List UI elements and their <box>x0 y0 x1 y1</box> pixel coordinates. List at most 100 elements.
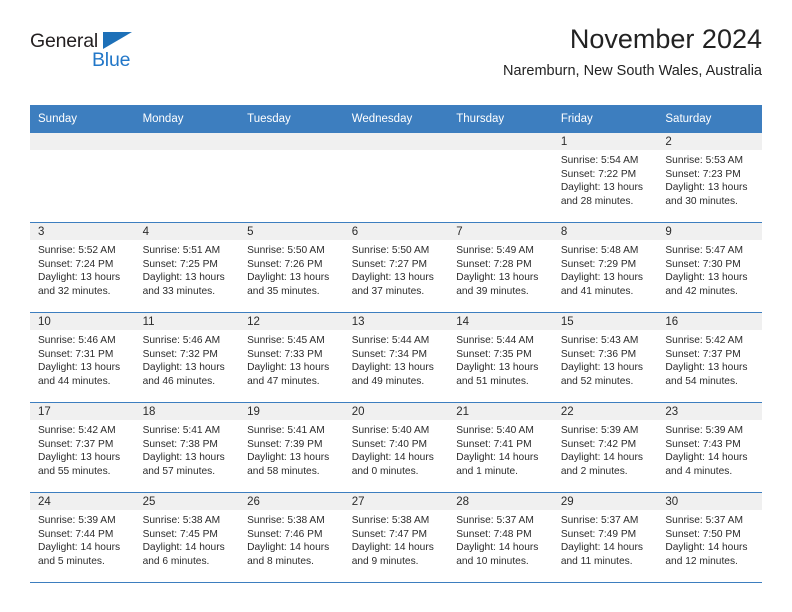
sunrise-text: Sunrise: 5:45 AM <box>247 335 325 346</box>
day-number: 22 <box>552 403 658 420</box>
day-cell-content <box>448 133 553 222</box>
calendar-day-cell[interactable]: 16 Sunrise: 5:42 AM Sunset: 7:37 PM Dayligh… <box>657 312 762 403</box>
calendar-day-cell[interactable]: 4 Sunrise: 5:51 AM Sunset: 7:25 PM Daylight… <box>134 222 240 313</box>
sunrise-text: Sunrise: 5:39 AM <box>38 515 116 526</box>
day-number: 20 <box>343 403 449 420</box>
daylight-text: Daylight: 14 hours and 8 minutes. <box>247 542 330 567</box>
calendar-day-cell[interactable]: 30 Sunrise: 5:37 AM Sunset: 7:50 PM Dayligh… <box>657 492 762 583</box>
calendar-day-cell[interactable]: 13 Sunrise: 5:44 AM Sunset: 7:34 PM Dayligh… <box>343 312 449 403</box>
calendar-day-cell[interactable]: 17 Sunrise: 5:42 AM Sunset: 7:37 PM Dayligh… <box>30 402 135 493</box>
daylight-text: Daylight: 13 hours and 44 minutes. <box>38 362 121 387</box>
day-number: 23 <box>657 403 762 420</box>
page-title: November 2024 <box>569 24 762 54</box>
calendar-day-cell[interactable]: 21 Sunrise: 5:40 AM Sunset: 7:41 PM Dayligh… <box>448 402 553 493</box>
day-cell-content: 15 Sunrise: 5:43 AM Sunset: 7:36 PM Dayligh… <box>552 313 658 402</box>
day-cell-content: 21 Sunrise: 5:40 AM Sunset: 7:41 PM Dayligh… <box>448 403 553 492</box>
calendar-day-cell[interactable]: 11 Sunrise: 5:46 AM Sunset: 7:32 PM Dayligh… <box>134 312 240 403</box>
calendar-day-cell-empty <box>30 133 135 223</box>
calendar-day-cell[interactable]: 9 Sunrise: 5:47 AM Sunset: 7:30 PM Daylight… <box>657 222 762 313</box>
calendar-day-cell[interactable]: 6 Sunrise: 5:50 AM Sunset: 7:27 PM Daylight… <box>343 222 449 313</box>
day-sun-info: Sunrise: 5:38 AM Sunset: 7:45 PM Daylight:… <box>135 510 240 568</box>
day-cell-content: 24 Sunrise: 5:39 AM Sunset: 7:44 PM Dayligh… <box>30 493 135 582</box>
daylight-text: Daylight: 13 hours and 51 minutes. <box>456 362 539 387</box>
sunrise-text: Sunrise: 5:39 AM <box>665 425 743 436</box>
daylight-text: Daylight: 13 hours and 30 minutes. <box>665 182 748 207</box>
day-cell-content: 11 Sunrise: 5:46 AM Sunset: 7:32 PM Dayligh… <box>134 313 240 402</box>
calendar-day-cell[interactable]: 28 Sunrise: 5:37 AM Sunset: 7:48 PM Dayligh… <box>448 492 553 583</box>
calendar-day-cell[interactable]: 26 Sunrise: 5:38 AM Sunset: 7:46 PM Dayligh… <box>239 492 344 583</box>
sunset-text: Sunset: 7:27 PM <box>351 258 428 270</box>
sunset-text: Sunset: 7:37 PM <box>38 438 114 450</box>
calendar-day-cell[interactable]: 18 Sunrise: 5:41 AM Sunset: 7:38 PM Dayligh… <box>134 402 240 493</box>
day-sun-info: Sunrise: 5:39 AM Sunset: 7:42 PM Daylight:… <box>553 420 658 478</box>
day-number: 4 <box>134 223 240 240</box>
day-number <box>448 133 553 150</box>
calendar-day-cell[interactable]: 10 Sunrise: 5:46 AM Sunset: 7:31 PM Dayligh… <box>30 312 135 403</box>
day-sun-info: Sunrise: 5:40 AM Sunset: 7:41 PM Daylight:… <box>448 420 553 478</box>
sunset-text: Sunset: 7:42 PM <box>560 438 637 450</box>
sunrise-text: Sunrise: 5:47 AM <box>665 245 743 256</box>
day-number: 6 <box>343 223 449 240</box>
daylight-text: Daylight: 13 hours and 49 minutes. <box>351 362 434 387</box>
calendar-day-cell[interactable]: 7 Sunrise: 5:49 AM Sunset: 7:28 PM Daylight… <box>448 222 553 313</box>
day-number <box>134 133 240 150</box>
day-cell-content: 6 Sunrise: 5:50 AM Sunset: 7:27 PM Daylight… <box>343 223 449 312</box>
calendar-body: 1 Sunrise: 5:54 AM Sunset: 7:22 PM Daylight… <box>30 133 762 583</box>
day-cell-content <box>134 133 240 222</box>
daylight-text: Daylight: 13 hours and 32 minutes. <box>38 272 121 297</box>
day-sun-info: Sunrise: 5:49 AM Sunset: 7:28 PM Daylight:… <box>448 240 553 298</box>
calendar-day-cell[interactable]: 14 Sunrise: 5:44 AM Sunset: 7:35 PM Dayligh… <box>448 312 553 403</box>
calendar-day-cell[interactable]: 24 Sunrise: 5:39 AM Sunset: 7:44 PM Dayligh… <box>30 492 135 583</box>
sunset-text: Sunset: 7:28 PM <box>456 258 532 270</box>
weekday-header-friday: Friday <box>552 105 658 133</box>
day-sun-info: Sunrise: 5:41 AM Sunset: 7:39 PM Daylight:… <box>239 420 344 478</box>
calendar-day-cell[interactable]: 3 Sunrise: 5:52 AM Sunset: 7:24 PM Daylight… <box>30 222 135 313</box>
day-number: 3 <box>30 223 135 240</box>
sunrise-text: Sunrise: 5:44 AM <box>456 335 534 346</box>
day-number: 5 <box>239 223 344 240</box>
calendar-day-cell-empty <box>239 133 344 223</box>
day-cell-content: 8 Sunrise: 5:48 AM Sunset: 7:29 PM Daylight… <box>552 223 658 312</box>
day-sun-info: Sunrise: 5:44 AM Sunset: 7:34 PM Daylight:… <box>344 330 449 388</box>
calendar-day-cell[interactable]: 25 Sunrise: 5:38 AM Sunset: 7:45 PM Dayligh… <box>134 492 240 583</box>
sunset-text: Sunset: 7:31 PM <box>38 348 114 360</box>
calendar-week-row: 1 Sunrise: 5:54 AM Sunset: 7:22 PM Daylight… <box>30 133 762 223</box>
calendar-day-cell[interactable]: 22 Sunrise: 5:39 AM Sunset: 7:42 PM Dayligh… <box>552 402 658 493</box>
day-number: 25 <box>134 493 240 510</box>
day-cell-content: 7 Sunrise: 5:49 AM Sunset: 7:28 PM Daylight… <box>448 223 553 312</box>
title-block: November 2024 Naremburn, New South Wales… <box>503 22 762 80</box>
day-sun-info: Sunrise: 5:44 AM Sunset: 7:35 PM Daylight:… <box>448 330 553 388</box>
calendar-day-cell[interactable]: 12 Sunrise: 5:45 AM Sunset: 7:33 PM Dayligh… <box>239 312 344 403</box>
daylight-text: Daylight: 13 hours and 39 minutes. <box>456 272 539 297</box>
weekday-header-wednesday: Wednesday <box>343 105 449 133</box>
calendar-day-cell[interactable]: 27 Sunrise: 5:38 AM Sunset: 7:47 PM Dayligh… <box>343 492 449 583</box>
calendar-day-cell[interactable]: 2 Sunrise: 5:53 AM Sunset: 7:23 PM Daylight… <box>657 133 762 223</box>
calendar-day-cell[interactable]: 5 Sunrise: 5:50 AM Sunset: 7:26 PM Daylight… <box>239 222 344 313</box>
sunrise-text: Sunrise: 5:43 AM <box>560 335 639 346</box>
daylight-text: Daylight: 13 hours and 58 minutes. <box>247 452 330 477</box>
day-number <box>30 133 135 150</box>
calendar-day-cell[interactable]: 19 Sunrise: 5:41 AM Sunset: 7:39 PM Dayligh… <box>239 402 344 493</box>
calendar-day-cell[interactable]: 15 Sunrise: 5:43 AM Sunset: 7:36 PM Dayligh… <box>552 312 658 403</box>
calendar-day-cell[interactable]: 23 Sunrise: 5:39 AM Sunset: 7:43 PM Dayligh… <box>657 402 762 493</box>
calendar-day-cell[interactable]: 1 Sunrise: 5:54 AM Sunset: 7:22 PM Daylight… <box>552 133 658 223</box>
daylight-text: Daylight: 13 hours and 54 minutes. <box>665 362 748 387</box>
calendar-day-cell[interactable]: 8 Sunrise: 5:48 AM Sunset: 7:29 PM Daylight… <box>552 222 658 313</box>
day-cell-content <box>30 133 135 222</box>
day-cell-content <box>343 133 449 222</box>
sunrise-text: Sunrise: 5:52 AM <box>38 245 116 256</box>
general-blue-logo[interactable]: General Blue <box>30 30 150 78</box>
day-number <box>239 133 344 150</box>
calendar-day-cell[interactable]: 20 Sunrise: 5:40 AM Sunset: 7:40 PM Dayligh… <box>343 402 449 493</box>
day-cell-content: 12 Sunrise: 5:45 AM Sunset: 7:33 PM Dayligh… <box>239 313 344 402</box>
day-number: 28 <box>448 493 553 510</box>
calendar-week-row: 3 Sunrise: 5:52 AM Sunset: 7:24 PM Daylight… <box>30 222 762 313</box>
day-sun-info: Sunrise: 5:42 AM Sunset: 7:37 PM Daylight:… <box>30 420 135 478</box>
day-sun-info: Sunrise: 5:37 AM Sunset: 7:50 PM Daylight:… <box>657 510 762 568</box>
calendar-day-cell[interactable]: 29 Sunrise: 5:37 AM Sunset: 7:49 PM Dayligh… <box>552 492 658 583</box>
sunrise-text: Sunrise: 5:37 AM <box>665 515 743 526</box>
weekday-header-row: Sunday Monday Tuesday Wednesday Thursday Frid… <box>30 105 762 133</box>
sunset-text: Sunset: 7:29 PM <box>560 258 637 270</box>
weekday-header-monday: Monday <box>134 105 240 133</box>
day-number: 19 <box>239 403 344 420</box>
